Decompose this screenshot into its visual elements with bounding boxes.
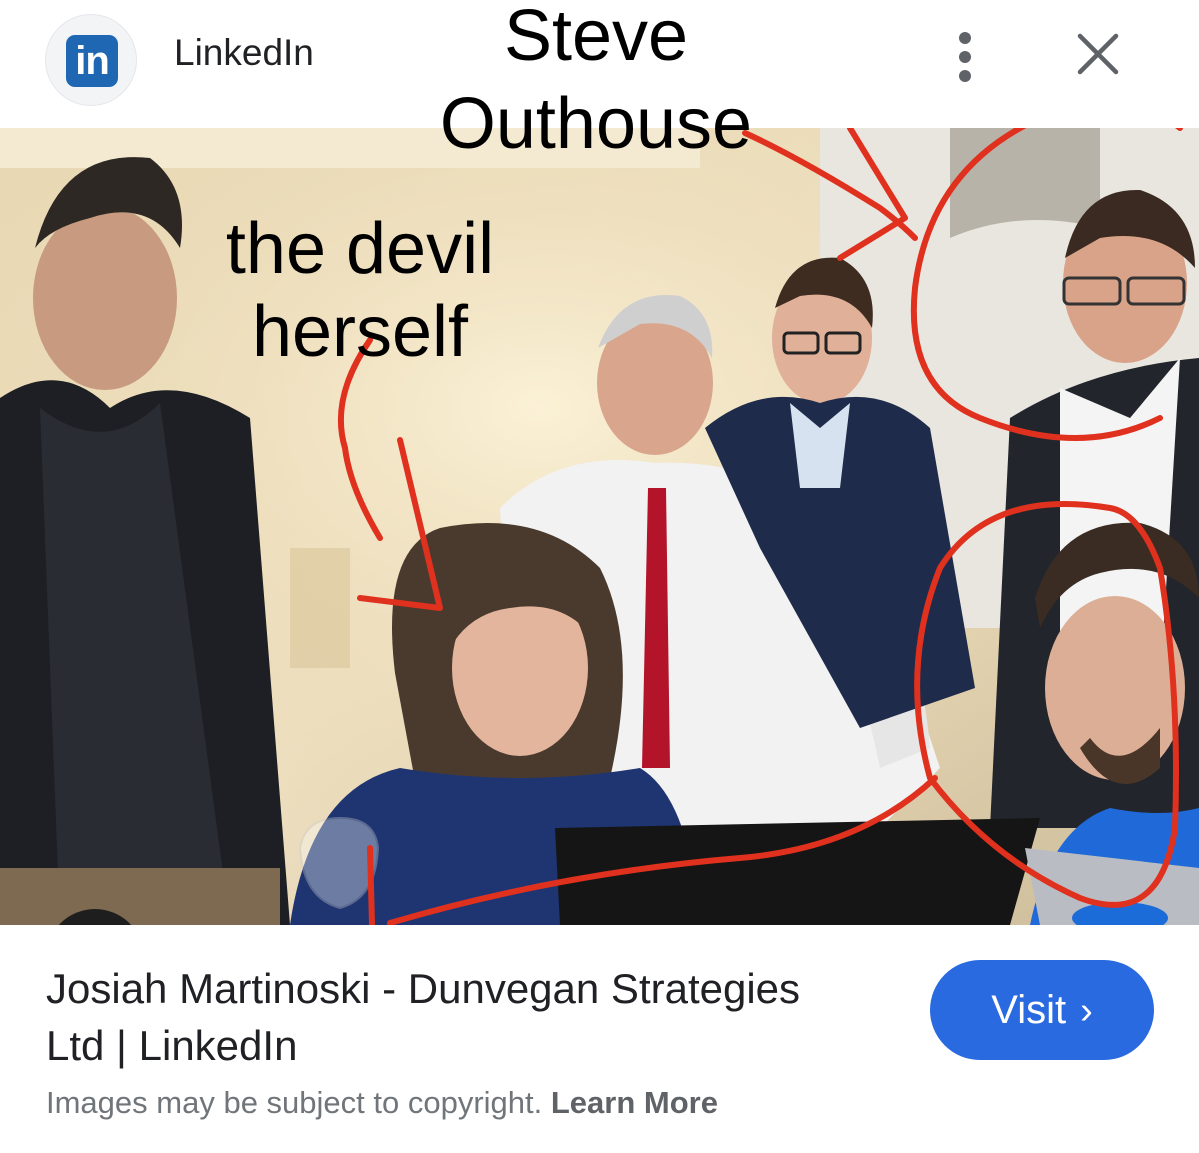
learn-more-link[interactable]: Learn More <box>551 1085 718 1120</box>
annotation-devil-line2: herself <box>251 291 469 372</box>
close-icon[interactable] <box>1074 30 1122 78</box>
more-vertical-icon[interactable] <box>950 30 980 84</box>
chevron-right-icon: › <box>1080 990 1093 1032</box>
annotation-devil: the devil herself <box>210 208 510 374</box>
site-name: LinkedIn <box>174 32 314 73</box>
copyright-notice: Images may be subject to copyright. Lear… <box>46 1085 718 1121</box>
visit-label: Visit <box>991 988 1067 1032</box>
photo-scene <box>0 128 1199 925</box>
google-lens-button[interactable] <box>46 909 144 925</box>
annotation-name-line1: Steve <box>503 0 689 76</box>
linkedin-logo-icon: in <box>66 35 118 87</box>
result-image[interactable] <box>0 128 1199 925</box>
site-favicon: in <box>45 14 137 106</box>
annotation-name: Steve Outhouse <box>426 0 766 160</box>
copyright-text: Images may be subject to copyright. <box>46 1085 543 1120</box>
result-title[interactable]: Josiah Martinoski - Dunvegan Strategies … <box>46 960 806 1074</box>
google-lens-icon <box>46 909 144 925</box>
annotation-name-line2: Outhouse <box>439 84 753 164</box>
annotation-devil-line1: the devil <box>225 209 495 289</box>
visit-button[interactable]: Visit › <box>930 960 1154 1060</box>
